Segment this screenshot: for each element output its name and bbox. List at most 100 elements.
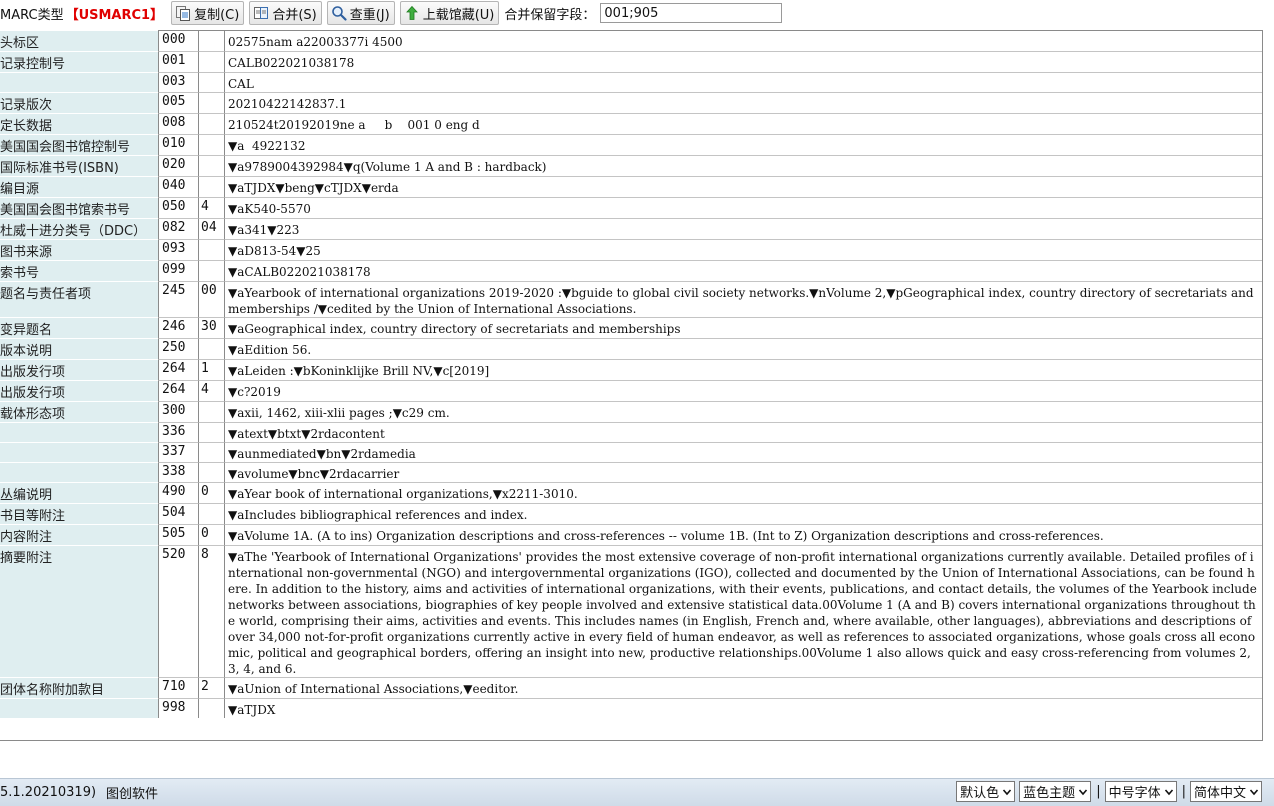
field-indicators[interactable] — [198, 503, 224, 524]
field-indicators[interactable] — [198, 401, 224, 422]
field-data[interactable]: ▼aK540-5570 — [224, 197, 1262, 218]
field-data[interactable]: 02575nam a22003377i 4500 — [224, 30, 1262, 51]
field-data[interactable]: 20210422142837.1 — [224, 92, 1262, 113]
field-tag[interactable]: 001 — [158, 51, 198, 72]
field-tag[interactable]: 520 — [158, 545, 198, 677]
field-data[interactable]: ▼aEdition 56. — [224, 338, 1262, 359]
marc-field-row: 内容附注 505 0 ▼aVolume 1A. (A to ins) Organiza… — [0, 524, 1262, 545]
field-indicators[interactable] — [198, 134, 224, 155]
field-data[interactable]: ▼aIncludes bibliographical references an… — [224, 503, 1262, 524]
field-tag[interactable]: 337 — [158, 442, 198, 462]
field-data[interactable]: ▼aunmediated▼bn▼2rdamedia — [224, 442, 1262, 462]
field-data[interactable]: ▼aTJDX — [224, 698, 1262, 718]
field-indicators[interactable]: 0 — [198, 482, 224, 503]
field-indicators[interactable]: 4 — [198, 197, 224, 218]
field-data[interactable]: ▼aLeiden :▼bKoninklijke Brill NV,▼c[2019… — [224, 359, 1262, 380]
field-tag[interactable]: 490 — [158, 482, 198, 503]
field-tag[interactable]: 264 — [158, 359, 198, 380]
field-tag[interactable]: 504 — [158, 503, 198, 524]
field-data[interactable]: ▼atext▼btxt▼2rdacontent — [224, 422, 1262, 442]
field-tag[interactable]: 336 — [158, 422, 198, 442]
field-indicators[interactable] — [198, 51, 224, 72]
field-tag[interactable]: 300 — [158, 401, 198, 422]
field-data[interactable]: 210524t20192019ne a b 001 0 eng d — [224, 113, 1262, 134]
field-name-label: 编目源 — [0, 176, 158, 197]
marc-field-row: 338 ▼avolume▼bnc▼2rdacarrier — [0, 462, 1262, 482]
field-tag[interactable]: 338 — [158, 462, 198, 482]
field-indicators[interactable] — [198, 698, 224, 718]
field-tag[interactable]: 082 — [158, 218, 198, 239]
field-data[interactable]: ▼aTJDX▼beng▼cTJDX▼erda — [224, 176, 1262, 197]
field-tag[interactable]: 250 — [158, 338, 198, 359]
field-indicators[interactable] — [198, 260, 224, 281]
field-tag[interactable]: 008 — [158, 113, 198, 134]
field-tag[interactable]: 003 — [158, 72, 198, 92]
field-tag[interactable]: 093 — [158, 239, 198, 260]
field-indicators[interactable] — [198, 338, 224, 359]
dedup-button[interactable]: 查重(J) — [326, 1, 395, 25]
field-data[interactable]: ▼a341▼223 — [224, 218, 1262, 239]
field-indicators[interactable] — [198, 72, 224, 92]
color-select[interactable]: 默认色 — [956, 781, 1016, 802]
field-indicators[interactable] — [198, 155, 224, 176]
field-name-label: 索书号 — [0, 260, 158, 281]
language-select-value: 简体中文 — [1193, 786, 1246, 801]
field-indicators[interactable] — [198, 442, 224, 462]
field-data[interactable]: ▼a9789004392984▼q(Volume 1 A and B : har… — [224, 155, 1262, 176]
field-tag[interactable]: 040 — [158, 176, 198, 197]
field-tag[interactable]: 245 — [158, 281, 198, 317]
field-indicators[interactable]: 00 — [198, 281, 224, 317]
field-tag[interactable]: 020 — [158, 155, 198, 176]
marc-field-row: 编目源 040 ▼aTJDX▼beng▼cTJDX▼erda — [0, 176, 1262, 197]
theme-select[interactable]: 蓝色主题 — [1019, 781, 1092, 802]
field-data[interactable]: ▼axii, 1462, xiii-xlii pages ;▼c29 cm. — [224, 401, 1262, 422]
field-indicators[interactable] — [198, 422, 224, 442]
field-tag[interactable]: 000 — [158, 30, 198, 51]
field-tag[interactable]: 099 — [158, 260, 198, 281]
field-indicators[interactable]: 30 — [198, 317, 224, 338]
field-indicators[interactable] — [198, 239, 224, 260]
field-data[interactable]: ▼a 4922132 — [224, 134, 1262, 155]
copy-button[interactable]: 复制(C) — [171, 1, 245, 25]
field-tag[interactable]: 050 — [158, 197, 198, 218]
font-size-select[interactable]: 中号字体 — [1104, 781, 1177, 802]
field-data[interactable]: ▼aCALB022021038178 — [224, 260, 1262, 281]
field-data[interactable]: ▼aThe 'Yearbook of International Organiz… — [224, 545, 1262, 677]
field-indicators[interactable] — [198, 92, 224, 113]
copy-label: 复制(C) — [194, 7, 240, 23]
field-name-label: 美国国会图书馆控制号 — [0, 134, 158, 155]
field-data[interactable]: ▼avolume▼bnc▼2rdacarrier — [224, 462, 1262, 482]
field-indicators[interactable]: 8 — [198, 545, 224, 677]
field-tag[interactable]: 246 — [158, 317, 198, 338]
field-indicators[interactable] — [198, 113, 224, 134]
field-tag[interactable]: 010 — [158, 134, 198, 155]
field-data[interactable]: CALB022021038178 — [224, 51, 1262, 72]
field-indicators[interactable] — [198, 176, 224, 197]
field-indicators[interactable] — [198, 462, 224, 482]
field-data[interactable]: ▼aGeographical index, country directory … — [224, 317, 1262, 338]
field-tag[interactable]: 264 — [158, 380, 198, 401]
field-data[interactable]: ▼aVolume 1A. (A to ins) Organization des… — [224, 524, 1262, 545]
field-tag[interactable]: 505 — [158, 524, 198, 545]
field-data[interactable]: ▼c?2019 — [224, 380, 1262, 401]
field-data[interactable]: ▼aYear book of international organizatio… — [224, 482, 1262, 503]
field-indicators[interactable]: 04 — [198, 218, 224, 239]
field-indicators[interactable]: 4 — [198, 380, 224, 401]
software-name: 图创软件 — [106, 787, 159, 802]
field-tag[interactable]: 998 — [158, 698, 198, 718]
field-indicators[interactable] — [198, 30, 224, 51]
marc-field-row: 丛编说明 490 0 ▼aYear book of international org… — [0, 482, 1262, 503]
field-data[interactable]: ▼aYearbook of international organization… — [224, 281, 1262, 317]
field-data[interactable]: ▼aD813-54▼25 — [224, 239, 1262, 260]
field-tag[interactable]: 710 — [158, 677, 198, 698]
field-data[interactable]: CAL — [224, 72, 1262, 92]
merge-button[interactable]: 合并(S) — [249, 1, 322, 25]
field-indicators[interactable]: 0 — [198, 524, 224, 545]
field-data[interactable]: ▼aUnion of International Associations,▼e… — [224, 677, 1262, 698]
field-tag[interactable]: 005 — [158, 92, 198, 113]
upload-holdings-button[interactable]: 上载馆藏(U) — [399, 1, 500, 25]
field-indicators[interactable]: 1 — [198, 359, 224, 380]
retain-fields-input[interactable] — [600, 3, 783, 23]
language-select[interactable]: 简体中文 — [1189, 781, 1262, 802]
field-indicators[interactable]: 2 — [198, 677, 224, 698]
